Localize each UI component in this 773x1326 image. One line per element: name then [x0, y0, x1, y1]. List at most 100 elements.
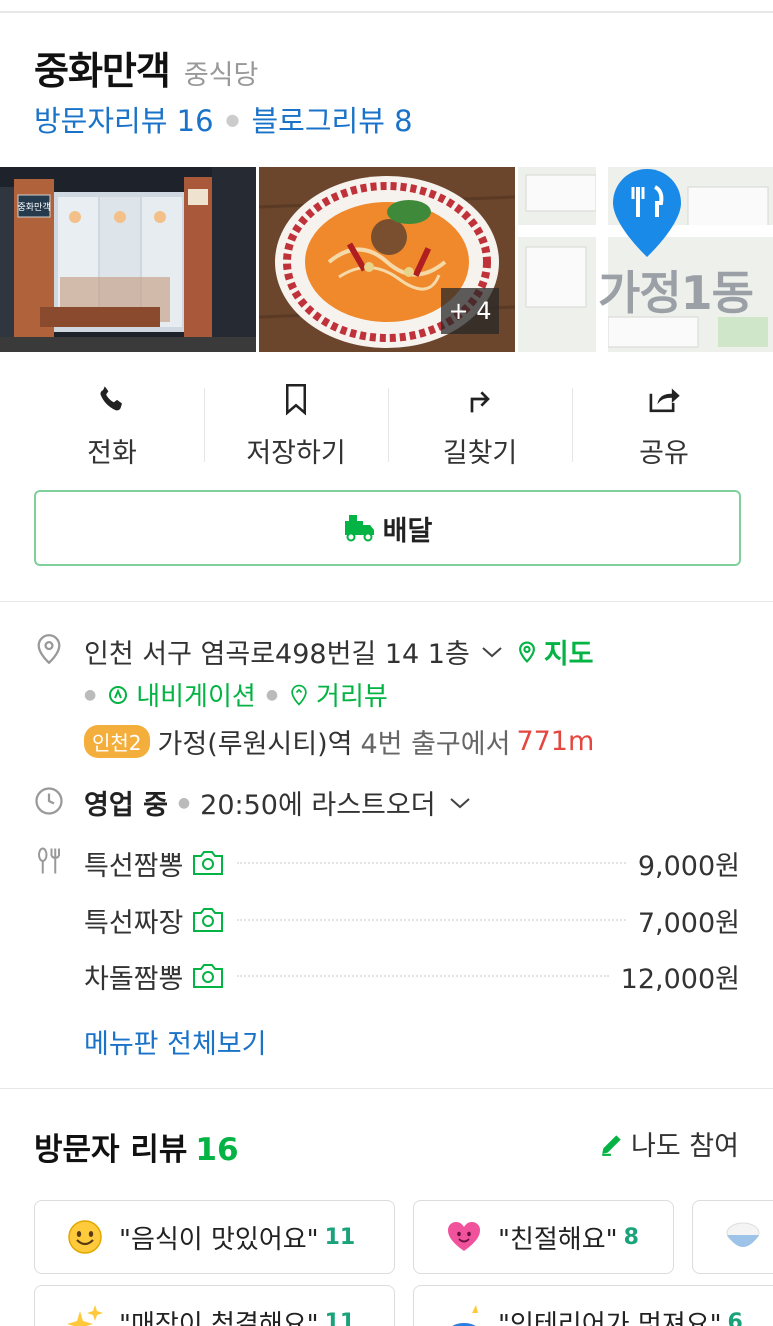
genie-lamp-emoji-icon	[444, 1302, 484, 1326]
menu-item[interactable]: 특선짜장 7,000원	[84, 900, 740, 940]
station-name: 가정(루원시티)역	[157, 729, 353, 760]
delivery-label: 배달	[382, 515, 433, 547]
map-link[interactable]: 지도	[516, 632, 594, 671]
menu-item[interactable]: 차돌짬뽕 12,000원	[84, 956, 740, 996]
rice-bowl-emoji-icon	[723, 1217, 763, 1257]
separator-dot: ●	[265, 686, 279, 703]
address-row: 인천 서구 염곡로498번길 14 1층 지도	[84, 632, 594, 671]
keyword-text: "친절해요"	[498, 1224, 618, 1255]
station-distance: 771m	[516, 726, 595, 757]
map-link-label: 지도	[543, 639, 594, 670]
separator-dot: ●	[177, 794, 191, 811]
keyword-count: 6	[727, 1309, 743, 1326]
last-order-text: 20:50에 라스트오더	[200, 790, 436, 821]
bookmark-icon	[278, 380, 314, 417]
place-header: 중화만객 중식당	[34, 40, 258, 95]
save-label: 저장하기	[246, 438, 346, 469]
street-view-link[interactable]: 거리뷰	[288, 676, 388, 713]
keyword-count: 11	[324, 1224, 356, 1250]
chevron-down-icon[interactable]	[448, 795, 472, 811]
review-keyword-chip[interactable]	[692, 1200, 773, 1274]
restaurant-pin-icon	[613, 169, 681, 257]
review-keyword-chip[interactable]: "음식이 맛있어요" 11	[34, 1200, 395, 1274]
review-keyword-chip[interactable]: "친절해요" 8	[413, 1200, 674, 1274]
section-divider	[0, 601, 773, 602]
navigation-link[interactable]: 내비게이션	[106, 676, 256, 713]
utensils-icon	[34, 846, 64, 876]
open-status: 영업 중	[84, 790, 168, 821]
separator-dot: ●	[84, 686, 97, 703]
svg-text:중화만객: 중화만객	[17, 202, 50, 213]
keyword-count: 8	[623, 1224, 639, 1250]
chevron-down-icon[interactable]	[480, 644, 504, 660]
sparkles-emoji-icon	[65, 1302, 105, 1326]
review-keyword-chip[interactable]: "매장이 청결해요" 11	[34, 1285, 395, 1326]
save-button[interactable]: 저장하기	[204, 380, 388, 470]
menu-item-name: 차돌짬뽕	[84, 963, 184, 995]
top-divider	[0, 11, 773, 13]
view-full-menu-link[interactable]: 메뉴판 전체보기	[84, 1022, 266, 1061]
store-front-photo[interactable]: 중화만객	[0, 167, 256, 352]
place-category: 중식당	[183, 60, 259, 91]
street-view-label: 거리뷰	[316, 682, 388, 712]
share-icon	[646, 380, 682, 417]
menu-item-name: 특선짜장	[84, 907, 184, 939]
address-text: 인천 서구 염곡로498번길 14 1층	[84, 639, 470, 670]
clock-icon	[34, 786, 64, 816]
share-label: 공유	[639, 438, 689, 469]
section-divider	[0, 1088, 773, 1089]
delivery-truck-icon	[343, 513, 377, 543]
visitor-reviews-heading: 방문자 리뷰 16	[34, 1124, 239, 1169]
photo-strip: 중화만객 + 4 가정1동	[0, 167, 773, 352]
phone-icon	[94, 380, 130, 417]
menu-item-price: 12,000원	[620, 963, 740, 995]
visitor-reviews-count: 16	[195, 1132, 239, 1168]
menu-item[interactable]: 특선짬뽕 9,000원	[84, 843, 740, 883]
join-review-label: 나도 참여	[631, 1131, 739, 1162]
call-button[interactable]: 전화	[20, 380, 204, 470]
dotted-leader	[237, 862, 626, 864]
keyword-count: 11	[324, 1309, 356, 1326]
navigation-label: 내비게이션	[136, 682, 256, 712]
address-links-row: ● 내비게이션 ● 거리뷰	[84, 676, 388, 713]
blog-review-link[interactable]: 블로그리뷰 8	[252, 98, 413, 140]
menu-item-price: 7,000원	[637, 907, 740, 939]
heart-emoji-icon	[444, 1217, 484, 1257]
location-pin-icon	[34, 634, 64, 665]
directions-button[interactable]: 길찾기	[388, 380, 572, 470]
directions-icon	[462, 380, 498, 417]
delivery-button[interactable]: 배달	[34, 490, 741, 566]
call-label: 전화	[87, 438, 137, 469]
menu-item-name: 특선짬뽕	[84, 850, 184, 882]
keyword-text: "음식이 맛있어요"	[119, 1224, 319, 1255]
store-front-illustration: 중화만객	[0, 167, 256, 352]
place-name: 중화만객	[34, 49, 171, 93]
dotted-leader	[237, 919, 626, 921]
share-button[interactable]: 공유	[572, 380, 756, 470]
map-thumbnail[interactable]: 가정1동	[518, 167, 773, 352]
review-links: 방문자리뷰 16 ● 블로그리뷰 8	[34, 98, 413, 140]
smile-emoji-icon	[65, 1217, 105, 1257]
visitor-reviews-title: 방문자 리뷰	[34, 1132, 188, 1168]
map-area-label: 가정1동	[598, 266, 754, 320]
menu-item-price: 9,000원	[637, 850, 740, 882]
separator-dot: ●	[225, 109, 240, 129]
camera-icon[interactable]	[191, 962, 225, 990]
join-review-button[interactable]: 나도 참여	[599, 1124, 739, 1163]
pencil-icon	[599, 1131, 625, 1157]
visitor-review-link[interactable]: 방문자리뷰 16	[34, 98, 214, 140]
subway-row: 인천2 가정(루원시티)역 4번 출구에서 771m	[84, 722, 594, 761]
station-exit: 4번 출구에서	[360, 729, 511, 760]
business-hours-row[interactable]: 영업 중 ● 20:50에 라스트오더	[84, 783, 472, 822]
subway-line-badge: 인천2	[84, 725, 150, 758]
review-keyword-chip[interactable]: "인테리어가 멋져요" 6	[413, 1285, 773, 1326]
camera-icon[interactable]	[191, 906, 225, 934]
food-photo[interactable]: + 4	[259, 167, 515, 352]
camera-icon[interactable]	[191, 849, 225, 877]
action-bar: 전화 저장하기 길찾기 공유	[20, 380, 756, 470]
directions-label: 길찾기	[442, 438, 518, 469]
keyword-text: "인테리어가 멋져요"	[498, 1309, 722, 1326]
street-view-pin-icon	[291, 684, 307, 706]
navigation-icon	[109, 685, 128, 704]
more-photos-badge[interactable]: + 4	[441, 288, 499, 334]
